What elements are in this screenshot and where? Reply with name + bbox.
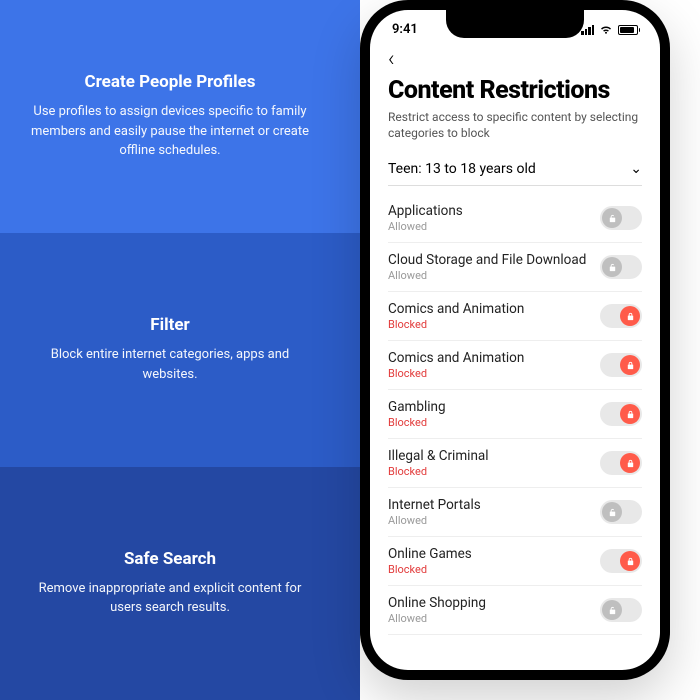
back-button[interactable]: ‹ [388, 45, 642, 76]
category-item: Cloud Storage and File DownloadAllowed [388, 243, 642, 292]
category-status: Blocked [388, 367, 524, 380]
category-status: Blocked [388, 416, 446, 429]
category-toggle[interactable] [600, 549, 642, 573]
category-text: Comics and AnimationBlocked [388, 301, 524, 331]
category-text: GamblingBlocked [388, 399, 446, 429]
category-text: Online GamesBlocked [388, 546, 472, 576]
panel-body: Remove inappropriate and explicit conten… [30, 579, 310, 618]
status-indicators [581, 25, 638, 35]
status-time: 9:41 [392, 22, 418, 37]
category-status: Allowed [388, 612, 486, 625]
phone-screen: 9:41 ‹ Content Restrictions Restrict acc… [370, 10, 660, 670]
unlock-icon [602, 257, 622, 277]
category-item: Online GamesBlocked [388, 537, 642, 586]
category-item: Comics and AnimationBlocked [388, 292, 642, 341]
category-item: Online ShoppingAllowed [388, 586, 642, 635]
page-subtitle: Restrict access to specific content by s… [388, 109, 642, 141]
category-name: Applications [388, 203, 463, 219]
category-name: Online Shopping [388, 595, 486, 611]
category-toggle[interactable] [600, 206, 642, 230]
category-item: ApplicationsAllowed [388, 194, 642, 243]
category-name: Comics and Animation [388, 350, 524, 366]
panel-filter: Filter Block entire internet categories,… [0, 233, 360, 466]
category-toggle[interactable] [600, 255, 642, 279]
app-content: ‹ Content Restrictions Restrict access t… [370, 39, 660, 635]
category-name: Cloud Storage and File Download [388, 252, 586, 268]
chevron-down-icon: ⌄ [630, 161, 642, 177]
battery-icon [618, 25, 638, 35]
age-group-label: Teen: 13 to 18 years old [388, 161, 536, 177]
unlock-icon [602, 600, 622, 620]
unlock-icon [602, 208, 622, 228]
category-toggle[interactable] [600, 304, 642, 328]
wifi-icon [599, 25, 613, 35]
category-status: Allowed [388, 220, 463, 233]
category-name: Online Games [388, 546, 472, 562]
lock-icon [620, 404, 640, 424]
lock-icon [620, 551, 640, 571]
category-status: Allowed [388, 269, 586, 282]
category-list: ApplicationsAllowedCloud Storage and Fil… [388, 186, 642, 635]
unlock-icon [602, 502, 622, 522]
panel-body: Use profiles to assign devices specific … [30, 102, 310, 161]
category-name: Illegal & Criminal [388, 448, 489, 464]
panel-title: Filter [30, 315, 310, 335]
category-toggle[interactable] [600, 451, 642, 475]
category-text: Illegal & CriminalBlocked [388, 448, 489, 478]
category-name: Gambling [388, 399, 446, 415]
category-name: Internet Portals [388, 497, 481, 513]
category-item: GamblingBlocked [388, 390, 642, 439]
category-status: Blocked [388, 563, 472, 576]
lock-icon [620, 355, 640, 375]
panel-safe-search: Safe Search Remove inappropriate and exp… [0, 467, 360, 700]
category-name: Comics and Animation [388, 301, 524, 317]
category-item: Internet PortalsAllowed [388, 488, 642, 537]
category-status: Blocked [388, 318, 524, 331]
category-toggle[interactable] [600, 402, 642, 426]
age-group-select[interactable]: Teen: 13 to 18 years old ⌄ [388, 153, 642, 186]
category-text: Cloud Storage and File DownloadAllowed [388, 252, 586, 282]
category-text: Comics and AnimationBlocked [388, 350, 524, 380]
category-status: Allowed [388, 514, 481, 527]
panel-title: Create People Profiles [30, 72, 310, 92]
page-title: Content Restrictions [388, 76, 642, 105]
category-text: ApplicationsAllowed [388, 203, 463, 233]
feature-panels: Create People Profiles Use profiles to a… [0, 0, 360, 700]
lock-icon [620, 306, 640, 326]
category-toggle[interactable] [600, 500, 642, 524]
panel-profiles: Create People Profiles Use profiles to a… [0, 0, 360, 233]
lock-icon [620, 453, 640, 473]
panel-body: Block entire internet categories, apps a… [30, 345, 310, 384]
category-item: Illegal & CriminalBlocked [388, 439, 642, 488]
category-toggle[interactable] [600, 598, 642, 622]
category-text: Internet PortalsAllowed [388, 497, 481, 527]
category-item: Comics and AnimationBlocked [388, 341, 642, 390]
phone-notch [446, 10, 584, 38]
category-toggle[interactable] [600, 353, 642, 377]
phone-frame: 9:41 ‹ Content Restrictions Restrict acc… [360, 0, 670, 680]
panel-title: Safe Search [30, 549, 310, 569]
category-status: Blocked [388, 465, 489, 478]
category-text: Online ShoppingAllowed [388, 595, 486, 625]
